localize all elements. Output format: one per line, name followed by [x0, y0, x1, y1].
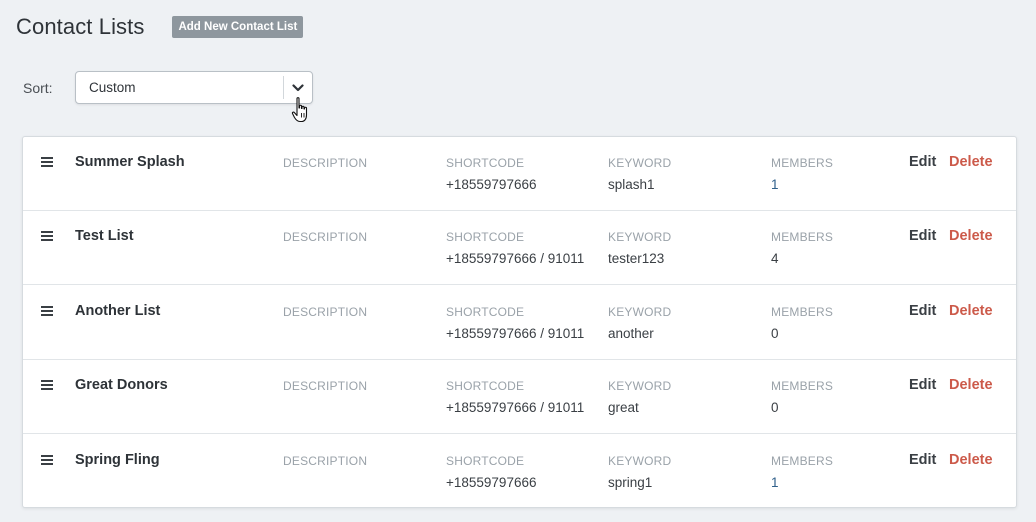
keyword-value: great	[608, 400, 639, 415]
list-row: Another List DESCRIPTION SHORTCODE +1855…	[23, 286, 1016, 360]
list-row: Test List DESCRIPTION SHORTCODE +1855979…	[23, 211, 1016, 285]
contact-list-table: Summer Splash DESCRIPTION SHORTCODE +185…	[22, 136, 1017, 508]
list-name: Another List	[75, 303, 161, 319]
delete-link[interactable]: Delete	[949, 303, 993, 319]
members-value: 1	[771, 177, 779, 192]
keyword-label: KEYWORD	[608, 305, 672, 319]
list-name: Great Donors	[75, 377, 168, 393]
delete-link[interactable]: Delete	[949, 154, 993, 170]
description-label: DESCRIPTION	[283, 305, 368, 319]
delete-link[interactable]: Delete	[949, 452, 993, 468]
hand-pointer-cursor-icon	[291, 97, 308, 123]
add-contact-list-button[interactable]: Add New Contact List	[172, 16, 304, 38]
members-label: MEMBERS	[771, 379, 834, 393]
shortcode-value: +18559797666 / 91011	[446, 326, 585, 341]
edit-link[interactable]: Edit	[909, 303, 936, 319]
drag-handle-icon[interactable]	[41, 157, 53, 167]
list-row: Great Donors DESCRIPTION SHORTCODE +1855…	[23, 360, 1016, 434]
sort-label: Sort:	[23, 79, 53, 96]
members-value: 1	[771, 475, 779, 490]
shortcode-label: SHORTCODE	[446, 156, 525, 170]
keyword-value: another	[608, 326, 654, 341]
description-label: DESCRIPTION	[283, 230, 368, 244]
delete-link[interactable]: Delete	[949, 228, 993, 244]
sort-control: Sort: Custom	[23, 71, 313, 104]
description-label: DESCRIPTION	[283, 454, 368, 468]
shortcode-value: +18559797666 / 91011	[446, 251, 585, 266]
drag-handle-icon[interactable]	[41, 455, 53, 465]
description-label: DESCRIPTION	[283, 379, 368, 393]
members-label: MEMBERS	[771, 454, 834, 468]
shortcode-label: SHORTCODE	[446, 230, 525, 244]
edit-link[interactable]: Edit	[909, 377, 936, 393]
delete-link[interactable]: Delete	[949, 377, 993, 393]
edit-link[interactable]: Edit	[909, 154, 936, 170]
shortcode-value: +18559797666 / 91011	[446, 400, 585, 415]
sort-selected-value: Custom	[89, 80, 136, 95]
members-label: MEMBERS	[771, 156, 834, 170]
keyword-label: KEYWORD	[608, 156, 672, 170]
members-value: 0	[771, 400, 779, 415]
list-row: Spring Fling DESCRIPTION SHORTCODE +1855…	[23, 435, 1016, 509]
contact-lists-page: Contact Lists Add New Contact List Sort:…	[0, 0, 1036, 522]
edit-link[interactable]: Edit	[909, 452, 936, 468]
shortcode-label: SHORTCODE	[446, 454, 525, 468]
drag-handle-icon[interactable]	[41, 231, 53, 241]
members-label: MEMBERS	[771, 230, 834, 244]
list-row: Summer Splash DESCRIPTION SHORTCODE +185…	[23, 137, 1016, 211]
keyword-label: KEYWORD	[608, 379, 672, 393]
keyword-label: KEYWORD	[608, 230, 672, 244]
shortcode-label: SHORTCODE	[446, 305, 525, 319]
keyword-value: spring1	[608, 475, 653, 490]
list-name: Spring Fling	[75, 452, 160, 468]
members-value: 0	[771, 326, 779, 341]
page-title: Contact Lists	[16, 14, 145, 39]
list-name: Summer Splash	[75, 154, 185, 170]
shortcode-value: +18559797666	[446, 177, 537, 192]
sort-dropdown[interactable]: Custom	[75, 71, 313, 104]
keyword-value: splash1	[608, 177, 655, 192]
keyword-label: KEYWORD	[608, 454, 672, 468]
drag-handle-icon[interactable]	[41, 380, 53, 390]
shortcode-value: +18559797666	[446, 475, 537, 490]
drag-handle-icon[interactable]	[41, 306, 53, 316]
description-label: DESCRIPTION	[283, 156, 368, 170]
keyword-value: tester123	[608, 251, 665, 266]
members-label: MEMBERS	[771, 305, 834, 319]
edit-link[interactable]: Edit	[909, 228, 936, 244]
page-header: Contact Lists Add New Contact List	[16, 12, 304, 42]
members-value: 4	[771, 251, 779, 266]
shortcode-label: SHORTCODE	[446, 379, 525, 393]
list-name: Test List	[75, 228, 134, 244]
